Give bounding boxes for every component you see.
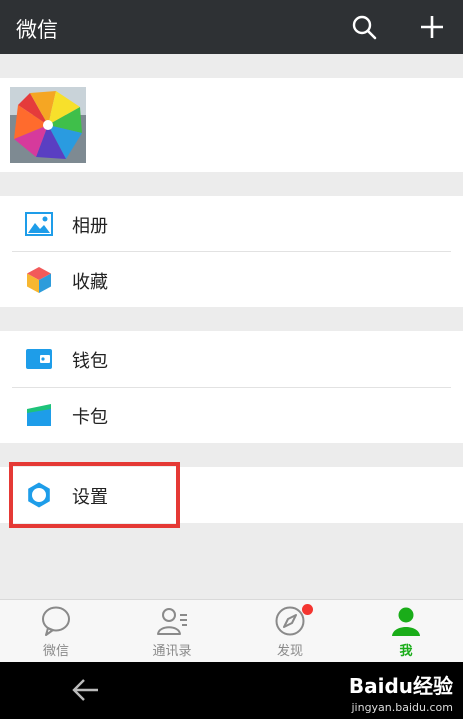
tab-chats[interactable]: 微信 — [16, 600, 96, 663]
title-bar: 微信 — [0, 0, 463, 54]
tab-me[interactable]: 我 — [366, 600, 446, 663]
menu-item-card-pack[interactable]: 卡包 — [0, 387, 463, 443]
menu-item-label: 卡包 — [72, 407, 108, 428]
avatar[interactable] — [10, 87, 86, 163]
contacts-icon — [156, 605, 188, 637]
card-pack-icon — [25, 401, 53, 429]
tab-label: 发现 — [276, 644, 303, 659]
tab-label: 通讯录 — [152, 644, 192, 659]
tab-label: 微信 — [42, 644, 69, 659]
menu-item-album[interactable]: 相册 — [0, 196, 463, 252]
notification-badge — [302, 604, 313, 615]
tab-contacts[interactable]: 通讯录 — [132, 600, 212, 663]
chat-bubble-icon — [40, 605, 72, 637]
tab-label: 我 — [399, 644, 413, 659]
watermark-url: jingyan.baidu.com — [351, 701, 453, 714]
favorites-icon — [25, 266, 53, 294]
baidu-watermark: Baidu经验 jingyan.baidu.com — [349, 670, 453, 714]
menu-item-favorites[interactable]: 收藏 — [0, 252, 463, 308]
menu-item-label: 相册 — [72, 216, 108, 237]
highlight-box — [9, 462, 180, 528]
album-icon — [25, 210, 53, 238]
tab-discover[interactable]: 发现 — [250, 600, 330, 663]
person-icon — [390, 605, 422, 637]
menu-item-wallet[interactable]: 钱包 — [0, 331, 463, 387]
watermark-brand: Baidu经验 — [348, 674, 453, 698]
app-title: 微信 — [16, 18, 58, 42]
menu-item-label: 收藏 — [72, 272, 108, 293]
search-icon[interactable] — [348, 11, 380, 43]
wallet-icon — [25, 345, 53, 373]
menu-item-label: 钱包 — [72, 351, 108, 372]
menu-group-media: 相册 收藏 — [0, 196, 463, 307]
menu-group-payment: 钱包 卡包 — [0, 331, 463, 443]
tab-bar: 微信 通讯录 发现 我 — [0, 599, 463, 662]
back-arrow-icon[interactable] — [70, 676, 102, 704]
plus-icon[interactable] — [416, 11, 448, 43]
